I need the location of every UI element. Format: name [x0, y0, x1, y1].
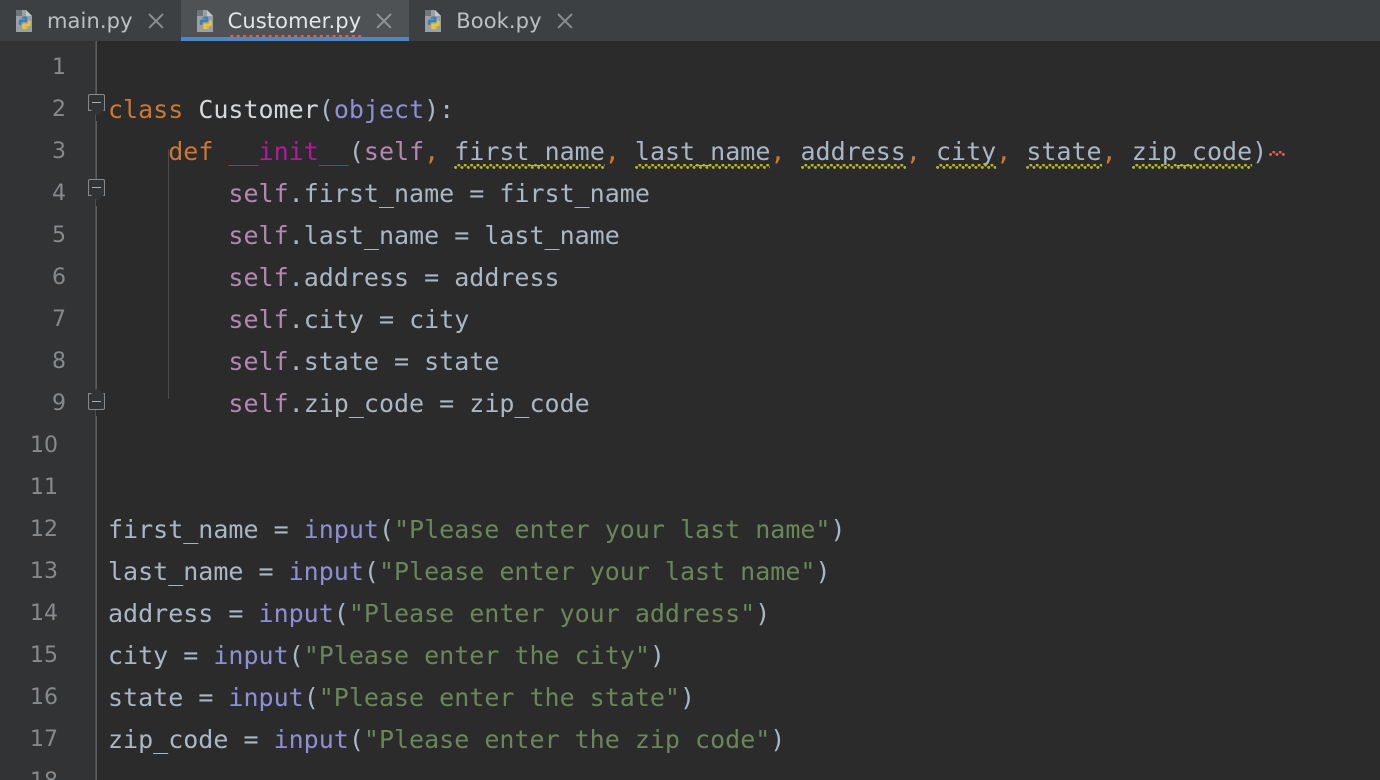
close-icon[interactable] [145, 10, 167, 32]
code-line-3: def __init__(self, first_name, last_name… [108, 131, 1286, 173]
line-number: 16 [30, 685, 58, 710]
code-line-16: state = input("Please enter the state") [108, 683, 696, 712]
editor-tab-book-py[interactable]: Book.py [409, 0, 590, 41]
editor-tab-label: Customer.py [226, 8, 362, 40]
code-line-9: self.zip_code = zip_code [228, 389, 590, 418]
code-line-5: self.last_name = last_name [228, 221, 620, 250]
line-number: 4 [52, 181, 66, 206]
line-number: 9 [52, 391, 66, 416]
editor-tab-main-py[interactable]: main.py [0, 0, 181, 41]
editor-gutter[interactable]: 1 2 3 4 5 6 7 8 9 10 11 12 13 14 15 16 1… [0, 41, 96, 780]
close-icon[interactable] [554, 10, 576, 32]
line-number: 2 [52, 97, 66, 122]
code-line-2: class Customer(object): [108, 95, 455, 124]
line-number: 5 [52, 223, 66, 248]
code-line-13: last_name = input("Please enter your las… [108, 557, 831, 586]
code-line-17: zip_code = input("Please enter the zip c… [108, 725, 786, 754]
python-file-icon [196, 9, 213, 32]
python-file-icon [425, 9, 442, 32]
code-line-14: address = input("Please enter your addre… [108, 599, 771, 628]
code-line-6: self.address = address [228, 263, 560, 292]
editor-tab-bar: main.py Customer.py Book.py [0, 0, 1380, 41]
line-number: 13 [30, 559, 58, 584]
line-number: 7 [52, 307, 66, 332]
line-number: 12 [30, 517, 58, 542]
code-line-4: self.first_name = first_name [228, 179, 650, 208]
line-number: 15 [30, 643, 58, 668]
code-line-8: self.state = state [228, 347, 500, 376]
line-number: 3 [52, 139, 66, 164]
editor-tab-label: Book.py [456, 8, 542, 33]
code-editor[interactable]: 1 2 3 4 5 6 7 8 9 10 11 12 13 14 15 16 1… [0, 41, 1380, 780]
editor-tab-label: main.py [47, 8, 133, 33]
line-number: 1 [52, 55, 66, 80]
code-line-7: self.city = city [228, 305, 470, 334]
pycharm-editor-window: main.py Customer.py Book.py 1 2 3 4 5 6 … [0, 0, 1380, 780]
line-number: 14 [30, 601, 58, 626]
code-line-15: city = input("Please enter the city") [108, 641, 665, 670]
code-text-area[interactable]: class Customer(object): def __init__(sel… [96, 41, 1380, 780]
line-number: 10 [30, 433, 58, 458]
line-number: 18 [0, 761, 58, 780]
close-icon[interactable] [373, 10, 395, 32]
python-file-icon [16, 9, 32, 32]
editor-tab-customer-py[interactable]: Customer.py [180, 0, 410, 41]
line-number: 11 [30, 475, 58, 500]
line-number: 6 [52, 265, 66, 290]
line-number: 17 [30, 727, 58, 752]
code-line-12: first_name = input("Please enter your la… [108, 515, 846, 544]
line-number: 8 [52, 349, 66, 374]
